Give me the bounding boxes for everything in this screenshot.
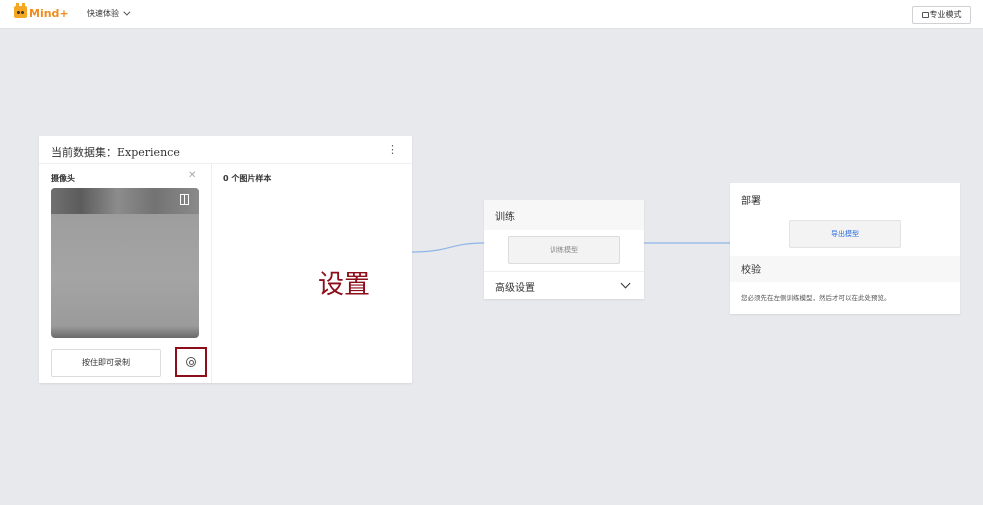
sample-count: 0 个图片样本 [223, 174, 272, 183]
chevron-down-icon [620, 278, 631, 289]
deploy-card: 部署 导出模型 校验 您必须先在左侧训练模型，然后才可以在此处预览。 [730, 183, 960, 314]
annotation-label: 设置 [318, 270, 371, 300]
dataset-title: 当前数据集：Experience [51, 146, 180, 159]
validation-header: 校验 [730, 256, 960, 282]
gear-icon [186, 357, 196, 367]
advanced-settings-label: 高级设置 [495, 283, 535, 294]
validation-title: 校验 [741, 265, 761, 276]
camera-label: 摄像头 [51, 174, 75, 183]
connector-dataset-to-training [411, 242, 485, 253]
divider [39, 163, 412, 164]
deploy-title: 部署 [741, 196, 761, 207]
validation-note: 您必须先在左侧训练模型，然后才可以在此处预览。 [741, 294, 891, 302]
export-model-button[interactable]: 导出模型 [789, 220, 901, 248]
training-card: 训练 训练模型 高级设置 [484, 200, 644, 299]
divider [211, 164, 212, 383]
flip-camera-icon[interactable] [180, 194, 190, 205]
dataset-card: 当前数据集：Experience ⋮ 摄像头 ✕ 按住即可录制 0 个图片样本 [39, 136, 412, 383]
close-icon[interactable]: ✕ [188, 170, 196, 181]
record-button[interactable]: 按住即可录制 [51, 349, 161, 377]
advanced-settings-toggle[interactable]: 高级设置 [484, 271, 644, 300]
training-title: 训练 [495, 212, 515, 223]
training-header: 训练 [484, 200, 644, 230]
more-vertical-icon[interactable]: ⋮ [387, 144, 398, 155]
settings-button[interactable] [175, 347, 207, 377]
camera-preview [51, 188, 199, 338]
train-model-button[interactable]: 训练模型 [508, 236, 620, 264]
